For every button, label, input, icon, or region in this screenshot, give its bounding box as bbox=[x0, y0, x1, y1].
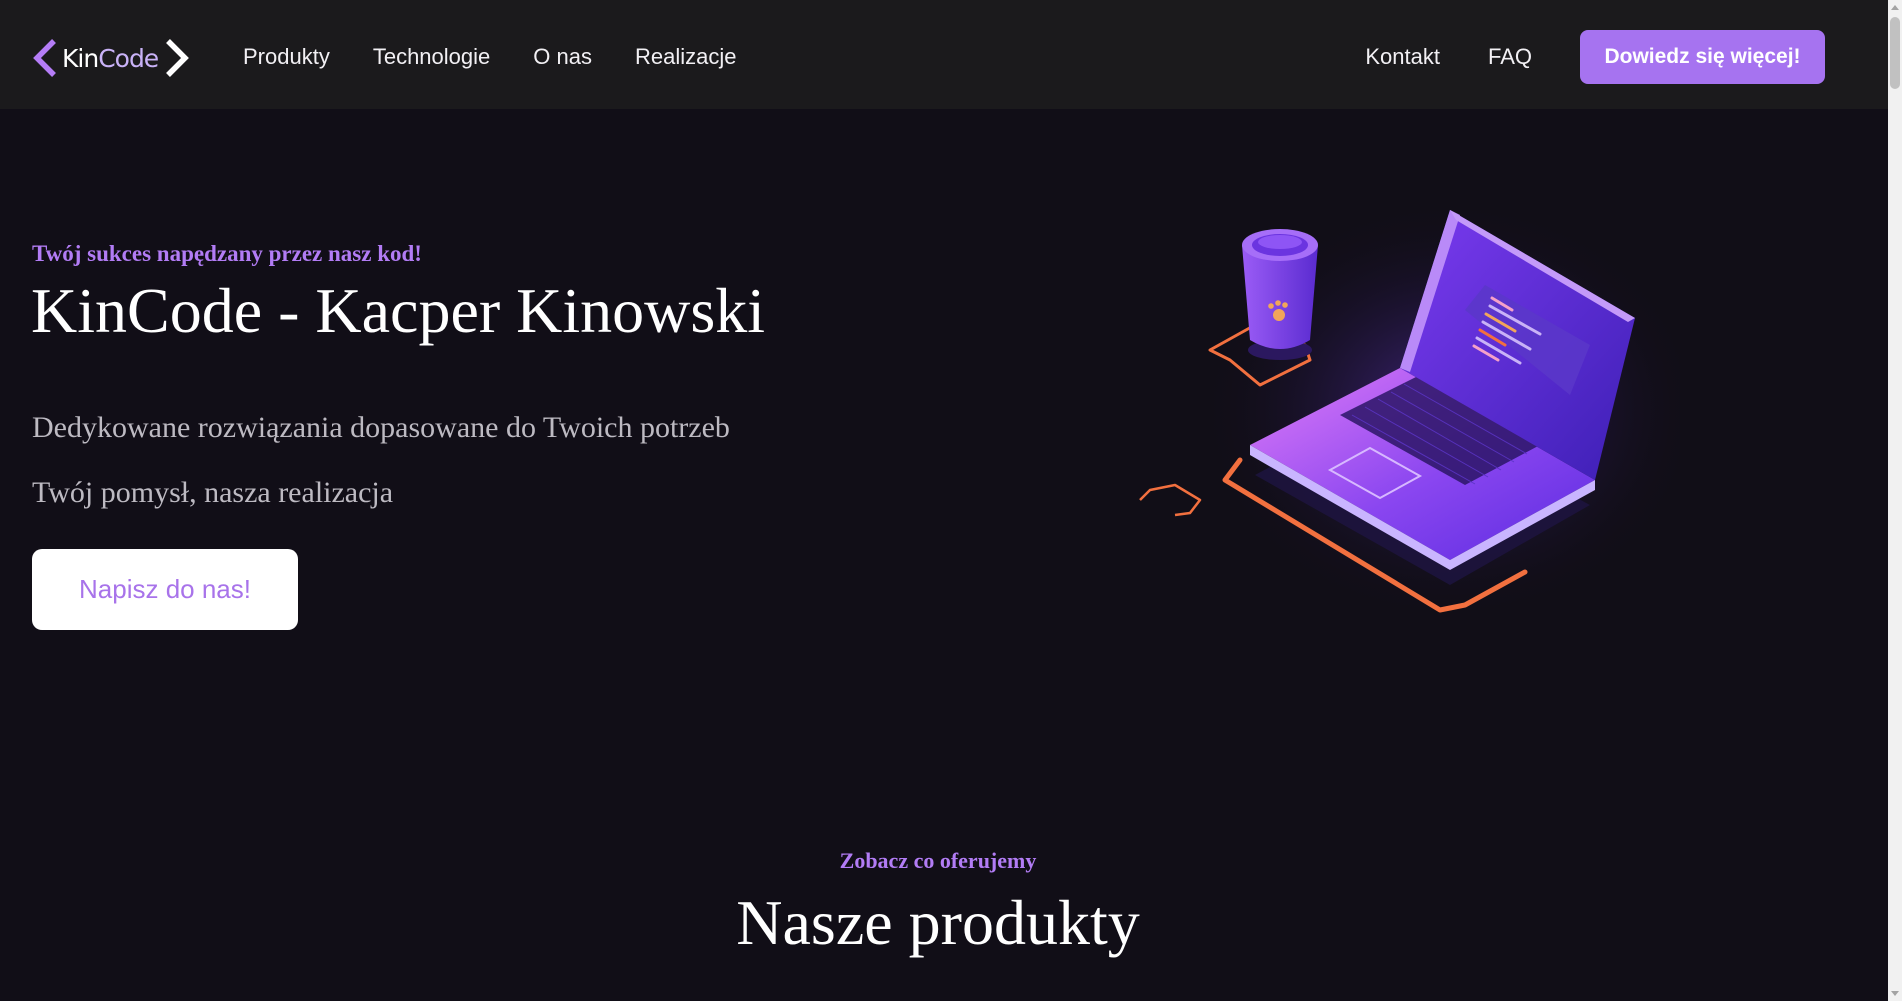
hero-tagline: Twój sukces napędzany przez nasz kod! bbox=[32, 241, 422, 266]
logo-text-code: Code bbox=[98, 43, 159, 73]
nav-link-kontakt[interactable]: Kontakt bbox=[1365, 44, 1440, 70]
logo[interactable]: KinCode bbox=[32, 38, 190, 78]
chevron-right-icon bbox=[166, 39, 190, 77]
nav-link-technologie[interactable]: Technologie bbox=[373, 44, 490, 70]
vertical-scrollbar[interactable] bbox=[1888, 0, 1902, 1001]
scroll-down-icon[interactable] bbox=[1891, 991, 1899, 996]
hero-subtitle-2: Twój pomysł, nasza realizacja bbox=[32, 476, 394, 509]
top-navbar: KinCode Produkty Technologie O nas Reali… bbox=[0, 0, 1888, 109]
logo-text: KinCode bbox=[62, 43, 159, 73]
hero-subtitle-1: Dedykowane rozwiązania dopasowane do Two… bbox=[32, 411, 730, 444]
nav-link-faq[interactable]: FAQ bbox=[1488, 44, 1532, 70]
nav-link-o-nas[interactable]: O nas bbox=[533, 44, 592, 70]
nav-link-produkty[interactable]: Produkty bbox=[243, 44, 330, 70]
contact-us-button[interactable]: Napisz do nas! bbox=[32, 549, 298, 630]
scrollbar-thumb[interactable] bbox=[1890, 17, 1900, 89]
nav-link-realizacje[interactable]: Realizacje bbox=[635, 44, 737, 70]
products-title: Nasze produkty bbox=[736, 887, 1140, 958]
scroll-up-icon[interactable] bbox=[1891, 5, 1899, 10]
main-nav: Produkty Technologie O nas Realizacje bbox=[243, 0, 779, 113]
secondary-nav: Kontakt FAQ Dowiedz się więcej! bbox=[1365, 0, 1825, 113]
products-tagline: Zobacz co oferujemy bbox=[839, 848, 1037, 873]
laptop-coffee-illustration bbox=[1139, 200, 1680, 620]
logo-text-kin: Kin bbox=[62, 43, 99, 73]
chevron-left-icon bbox=[33, 39, 56, 77]
learn-more-button[interactable]: Dowiedz się więcej! bbox=[1580, 29, 1825, 84]
hero-title: KinCode - Kacper Kinowski bbox=[31, 275, 766, 346]
